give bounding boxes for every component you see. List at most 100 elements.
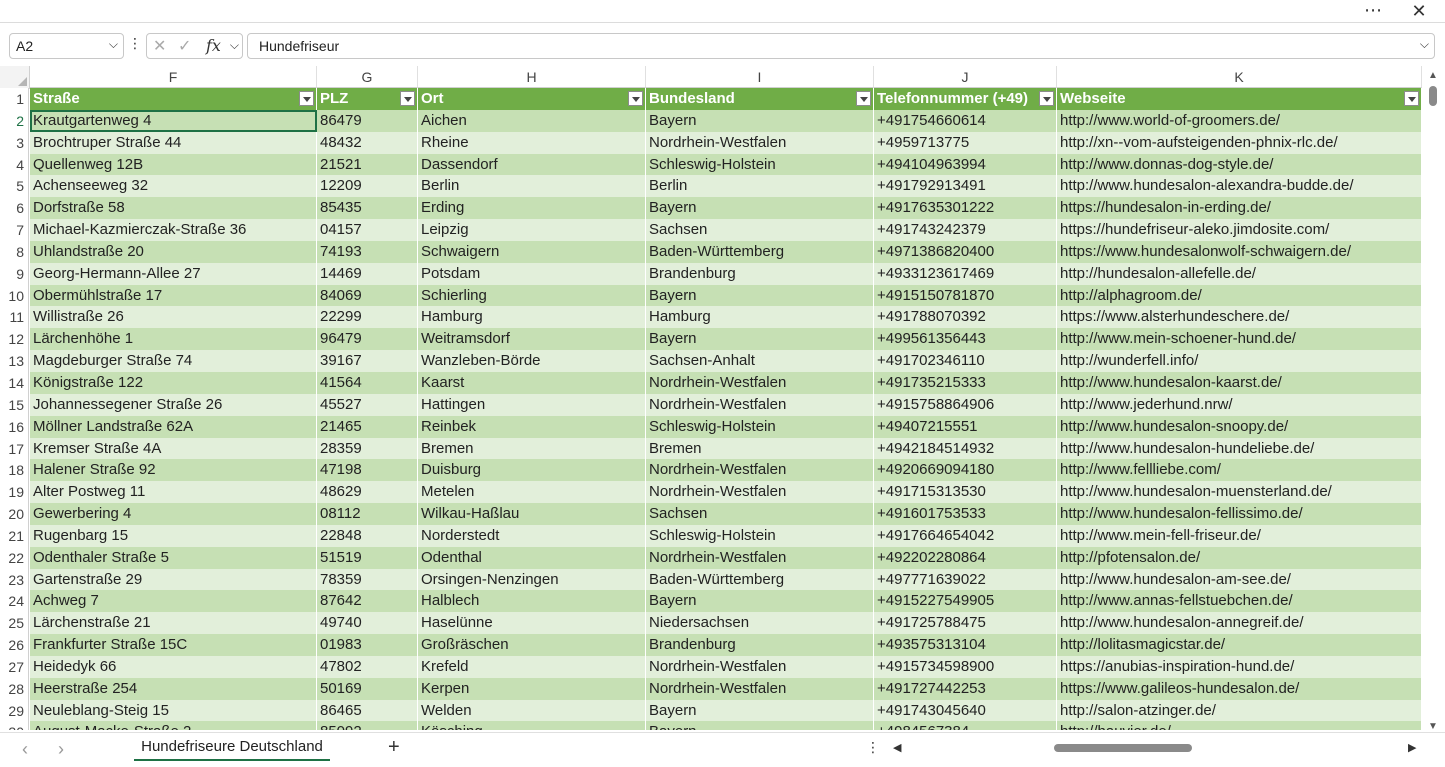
table-cell[interactable]: Brandenburg	[646, 262, 874, 285]
table-cell[interactable]: Hamburg	[418, 306, 646, 329]
table-cell[interactable]: 85435	[317, 197, 418, 220]
spreadsheet-grid[interactable]: F G H I J K 1 2 3 4 5 6 7 8 9 10 11 12 13 14 15 16 17 18 1…	[0, 66, 1445, 730]
row-number[interactable]: 11	[0, 306, 29, 329]
table-cell[interactable]: Frankfurter Straße 15C	[30, 634, 317, 656]
table-cell[interactable]: Gewerbering 4	[30, 503, 317, 525]
table-cell[interactable]: +494104963994	[874, 153, 1057, 176]
table-cell[interactable]: Welden	[418, 699, 646, 722]
table-cell[interactable]: Haselünne	[418, 612, 646, 635]
table-cell[interactable]: Gartenstraße 29	[30, 568, 317, 591]
chevron-down-icon[interactable]: ⌵	[230, 38, 239, 53]
table-cell[interactable]: August-Macke-Straße 2	[30, 721, 317, 730]
table-cell[interactable]: 50169	[317, 677, 418, 700]
table-cell[interactable]: 12209	[317, 175, 418, 198]
table-cell[interactable]: Bayern	[646, 721, 874, 730]
table-cell[interactable]: +4933123617469	[874, 262, 1057, 285]
table-cell[interactable]: https://anubias-inspiration-hund.de/	[1057, 655, 1422, 678]
row-number[interactable]: 1	[0, 88, 29, 110]
filter-dropdown-icon[interactable]	[400, 91, 415, 106]
row-number[interactable]: 23	[0, 568, 29, 591]
table-cell[interactable]: Kösching	[418, 721, 646, 730]
table-cell[interactable]: 96479	[317, 328, 418, 351]
row-number[interactable]: 27	[0, 655, 29, 678]
table-cell[interactable]: Willistraße 26	[30, 306, 317, 329]
table-cell[interactable]: Sachsen-Anhalt	[646, 350, 874, 372]
filter-dropdown-icon[interactable]	[856, 91, 871, 106]
table-cell[interactable]: Nordrhein-Westfalen	[646, 459, 874, 482]
table-cell[interactable]: Wilkau-Haßlau	[418, 503, 646, 525]
table-cell[interactable]: http://www.mein-schoener-hund.de/	[1057, 328, 1422, 351]
table-cell[interactable]: 86479	[317, 109, 418, 132]
table-cell[interactable]: 85092	[317, 721, 418, 730]
row-number[interactable]: 10	[0, 284, 29, 307]
table-cell[interactable]: Dassendorf	[418, 153, 646, 176]
table-cell[interactable]: +4915758864906	[874, 393, 1057, 416]
header-cell[interactable]: Telefonnummer (+49)	[874, 88, 1057, 110]
row-number[interactable]: 19	[0, 481, 29, 504]
table-cell[interactable]: Johannessegener Straße 26	[30, 393, 317, 416]
table-cell[interactable]: Kremser Straße 4A	[30, 437, 317, 460]
table-cell[interactable]: 39167	[317, 350, 418, 372]
table-cell[interactable]: https://www.alsterhundeschere.de/	[1057, 306, 1422, 329]
table-cell[interactable]: Sachsen	[646, 503, 874, 525]
table-cell[interactable]: Weitramsdorf	[418, 328, 646, 351]
table-cell[interactable]: http://www.donnas-dog-style.de/	[1057, 153, 1422, 176]
table-cell[interactable]: +4915227549905	[874, 590, 1057, 613]
table-cell[interactable]: Schierling	[418, 284, 646, 307]
table-cell[interactable]: Bayern	[646, 197, 874, 220]
table-cell[interactable]: https://hundesalon-in-erding.de/	[1057, 197, 1422, 220]
table-cell[interactable]: Uhlandstraße 20	[30, 240, 317, 263]
table-cell[interactable]: Magdeburger Straße 74	[30, 350, 317, 372]
table-cell[interactable]: 86465	[317, 699, 418, 722]
table-cell[interactable]: Baden-Württemberg	[646, 568, 874, 591]
table-cell[interactable]: Bremen	[418, 437, 646, 460]
table-cell[interactable]: http://hauvier.de/	[1057, 721, 1422, 730]
table-cell[interactable]: +491725788475	[874, 612, 1057, 635]
header-cell[interactable]: Webseite	[1057, 88, 1422, 110]
table-cell[interactable]: 28359	[317, 437, 418, 460]
table-cell[interactable]: Nordrhein-Westfalen	[646, 371, 874, 394]
confirm-check-icon[interactable]: ✓	[178, 36, 191, 56]
table-cell[interactable]: http://www.world-of-groomers.de/	[1057, 109, 1422, 132]
more-options-icon[interactable]: ⋯	[1361, 1, 1385, 21]
table-cell[interactable]: Norderstedt	[418, 524, 646, 547]
header-cell[interactable]: Bundesland	[646, 88, 874, 110]
table-cell[interactable]: Rheine	[418, 131, 646, 154]
add-sheet-button[interactable]: +	[388, 736, 400, 759]
table-cell[interactable]: Kerpen	[418, 677, 646, 700]
table-cell[interactable]: Metelen	[418, 481, 646, 504]
header-cell[interactable]: PLZ	[317, 88, 418, 110]
table-cell[interactable]: Schleswig-Holstein	[646, 524, 874, 547]
column-header-h[interactable]: H	[418, 66, 646, 88]
row-number[interactable]: 21	[0, 524, 29, 547]
scroll-up-icon[interactable]: ▲	[1428, 70, 1438, 81]
table-cell[interactable]: 14469	[317, 262, 418, 285]
row-number[interactable]: 16	[0, 415, 29, 438]
table-cell[interactable]: 48432	[317, 131, 418, 154]
table-cell[interactable]: Brochtruper Straße 44	[30, 131, 317, 154]
table-cell[interactable]: Achenseeweg 32	[30, 175, 317, 198]
sheet-tab-active[interactable]: Hundefriseure Deutschland	[124, 733, 340, 763]
table-cell[interactable]: Nordrhein-Westfalen	[646, 481, 874, 504]
vertical-scrollbar[interactable]: ▲ ▼	[1425, 70, 1441, 732]
table-cell[interactable]: Bayern	[646, 328, 874, 351]
table-cell[interactable]: 22848	[317, 524, 418, 547]
table-cell[interactable]: 74193	[317, 240, 418, 263]
row-number[interactable]: 30	[0, 721, 29, 730]
select-all-corner[interactable]	[0, 66, 30, 89]
table-cell[interactable]: +4917664654042	[874, 524, 1057, 547]
row-number[interactable]: 29	[0, 699, 29, 722]
table-cell[interactable]: Georg-Hermann-Allee 27	[30, 262, 317, 285]
table-cell[interactable]: Krautgartenweg 4	[30, 109, 317, 132]
table-cell[interactable]: Berlin	[418, 175, 646, 198]
row-number[interactable]: 17	[0, 437, 29, 460]
table-cell[interactable]: Schleswig-Holstein	[646, 415, 874, 438]
row-number[interactable]: 18	[0, 459, 29, 482]
row-number[interactable]: 8	[0, 240, 29, 263]
table-cell[interactable]: 01983	[317, 634, 418, 656]
column-header-k[interactable]: K	[1057, 66, 1422, 88]
table-cell[interactable]: Heerstraße 254	[30, 677, 317, 700]
close-icon[interactable]: ✕	[1407, 1, 1431, 21]
column-header-j[interactable]: J	[874, 66, 1057, 88]
table-cell[interactable]: Erding	[418, 197, 646, 220]
